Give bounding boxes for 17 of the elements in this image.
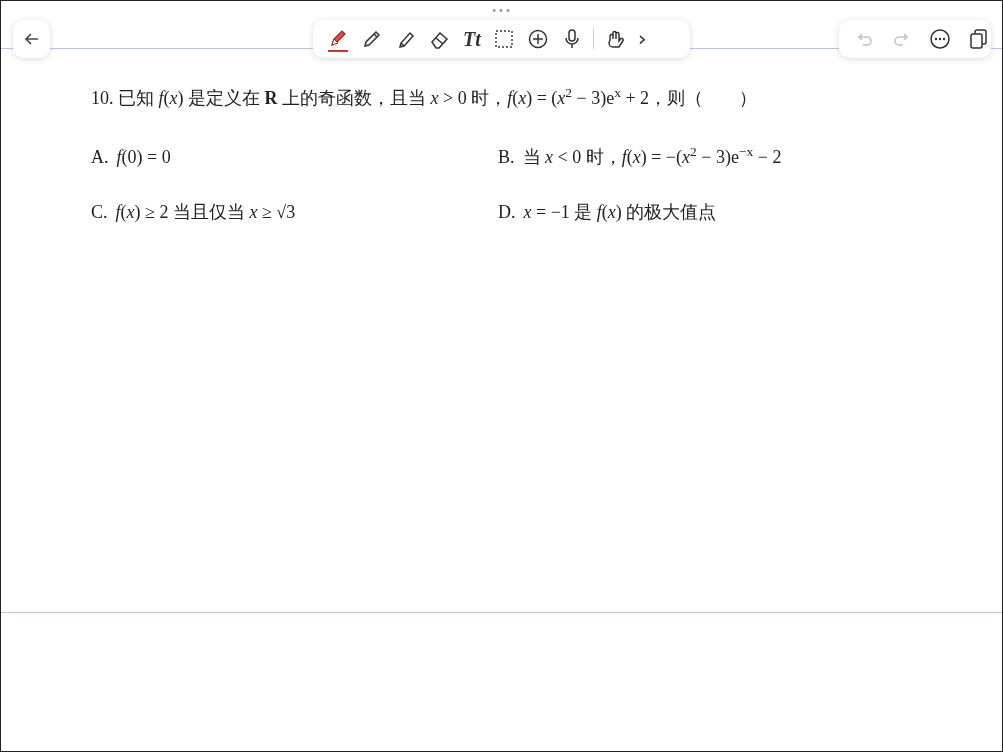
more-icon bbox=[929, 28, 951, 50]
copy-pages-icon bbox=[967, 28, 989, 50]
selection-icon bbox=[492, 28, 515, 50]
option-text: f(0) = 0 bbox=[116, 146, 171, 169]
option-text: 当 x < 0 时，f(x) = −(x$^{2}$ − 3)e$^{−x}$ − 2 bbox=[522, 144, 782, 169]
option-text: x = −1 是 f(x) 的极大值点 bbox=[523, 201, 717, 224]
more-tools-button[interactable]: › bbox=[631, 22, 653, 56]
question-text: 10. 已知 f(x) 是定义在 R 上的奇函数，且当 x > 0 时，f(x) = (x$^{2}$ − 3)e$^{x}$ + 2，则（ ） bbox=[91, 85, 759, 110]
back-button[interactable] bbox=[13, 20, 50, 58]
option-label: C. bbox=[91, 201, 108, 224]
option-text: f(x) ≥ 2 当且仅当 x ≥ √3 bbox=[115, 201, 296, 224]
option-label: D. bbox=[498, 201, 516, 224]
text-tool[interactable]: Tt bbox=[457, 22, 487, 56]
plus-circle-icon bbox=[526, 28, 549, 50]
option-label: B. bbox=[498, 146, 515, 169]
pencil-icon bbox=[361, 28, 383, 50]
option-label: A. bbox=[91, 146, 109, 169]
